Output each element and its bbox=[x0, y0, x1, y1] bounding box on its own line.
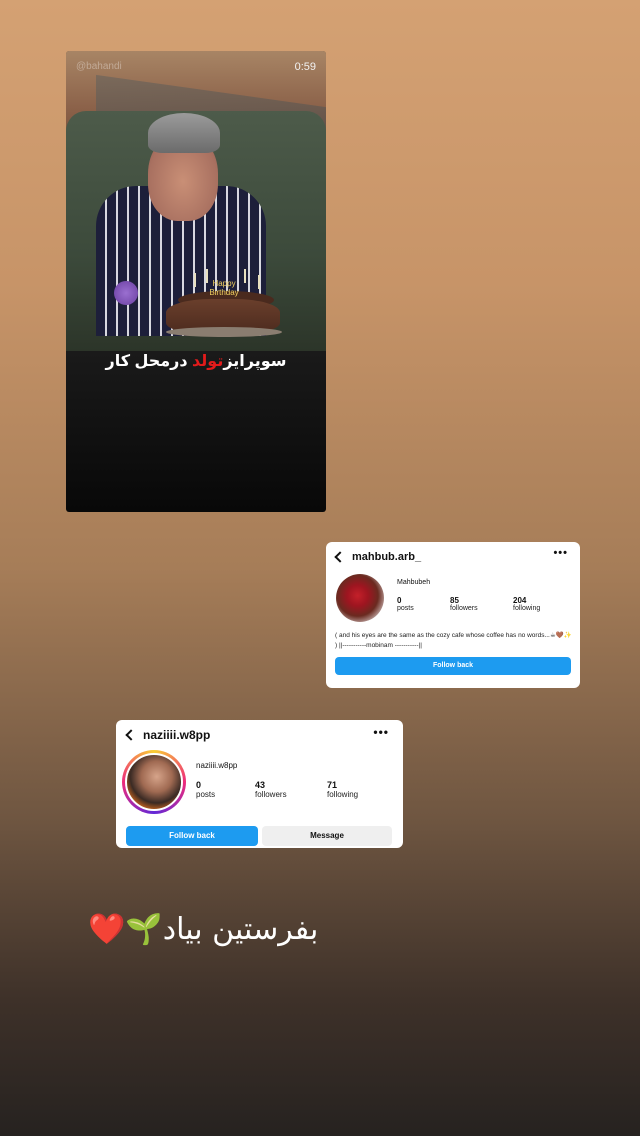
avatar[interactable] bbox=[336, 574, 384, 622]
profile-header: mahbub.arb_ bbox=[334, 550, 421, 564]
profile-display-name: naziiii.w8pp bbox=[196, 761, 238, 770]
profile-bio: ( and his eyes are the same as the cozy … bbox=[335, 632, 572, 649]
cake-sign: Happy Birthday bbox=[209, 279, 239, 297]
back-arrow-icon[interactable] bbox=[125, 730, 135, 740]
video-watermark: @bahandi bbox=[76, 61, 122, 72]
avatar[interactable] bbox=[125, 753, 183, 811]
story-video[interactable]: Happy Birthday @bahandi 0:59 سوپرایزتولد… bbox=[66, 51, 326, 512]
caption-part1: سوپرایز bbox=[223, 353, 287, 370]
stat-label: followers bbox=[255, 790, 287, 799]
stat-label: followers bbox=[450, 605, 478, 612]
stat-posts[interactable]: 0 posts bbox=[196, 780, 215, 799]
message-button[interactable]: Message bbox=[262, 826, 392, 846]
candle bbox=[194, 273, 196, 287]
stat-value: 85 bbox=[450, 596, 459, 605]
stat-followers[interactable]: 43 followers bbox=[255, 780, 287, 799]
caption-highlight: تولد bbox=[192, 353, 224, 370]
profile-header: naziiii.w8pp bbox=[125, 728, 210, 742]
stat-posts[interactable]: 0 posts bbox=[397, 596, 414, 612]
stat-following[interactable]: 204 following bbox=[513, 596, 540, 612]
stat-value: 0 bbox=[196, 780, 202, 790]
person-hair bbox=[148, 113, 220, 153]
stat-label: posts bbox=[397, 605, 414, 612]
stat-following[interactable]: 71 following bbox=[327, 780, 358, 799]
more-options-icon[interactable]: ••• bbox=[373, 725, 389, 739]
follow-back-button[interactable]: Follow back bbox=[335, 657, 571, 675]
story-text-caption: بفرستین بیاد🌱❤️ bbox=[88, 912, 319, 947]
flower bbox=[114, 281, 138, 305]
stat-value: 43 bbox=[255, 780, 266, 790]
stat-value: 0 bbox=[397, 596, 402, 605]
back-arrow-icon[interactable] bbox=[334, 552, 344, 562]
stat-label: following bbox=[327, 790, 359, 799]
profile-card-naziiii: naziiii.w8pp ••• naziiii.w8pp 0 posts 43… bbox=[116, 720, 403, 848]
candle bbox=[258, 275, 260, 289]
profile-username: mahbub.arb_ bbox=[352, 551, 422, 563]
more-options-icon[interactable]: ••• bbox=[553, 547, 568, 559]
follow-back-button[interactable]: Follow back bbox=[126, 826, 258, 846]
cake-plate bbox=[166, 327, 282, 337]
stat-label: posts bbox=[196, 790, 216, 799]
stat-value: 71 bbox=[327, 780, 338, 790]
stat-value: 204 bbox=[513, 596, 527, 605]
profile-card-mahbub: mahbub.arb_ ••• Mahbubeh 0 posts 85 foll… bbox=[326, 542, 580, 688]
video-duration: 0:59 bbox=[294, 61, 316, 73]
stat-followers[interactable]: 85 followers bbox=[450, 596, 478, 612]
profile-username: naziiii.w8pp bbox=[143, 728, 211, 742]
stat-label: following bbox=[513, 605, 541, 612]
profile-display-name: Mahbubeh bbox=[397, 579, 431, 586]
caption-part2: درمحل کار bbox=[105, 353, 188, 370]
video-caption: سوپرایزتولد درمحل کار bbox=[66, 351, 326, 371]
